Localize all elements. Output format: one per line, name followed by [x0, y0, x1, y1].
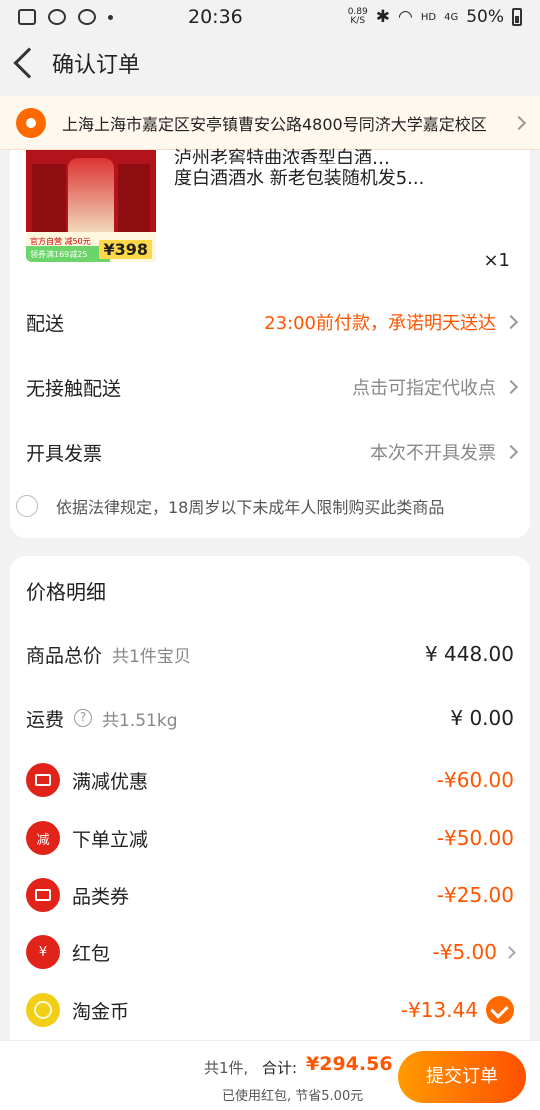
age-notice[interactable]: 依据法律规定，18周岁以下未成年人限制购买此类商品	[16, 494, 444, 518]
chevron-right-icon	[503, 945, 516, 959]
item-count: 共1件,	[204, 1059, 249, 1077]
goods-total-label: 商品总价	[26, 644, 103, 667]
delivery-value: 23:00前付款，承诺明天送达	[264, 313, 496, 334]
shipping-label: 运费	[26, 708, 65, 731]
status-bar: 20:36 0.89 K/S ✱ ◠ HD 4G 50%	[0, 0, 540, 34]
order-card: 官方自营 减50元 领券满169减25 ¥398 泸州老窖特曲浓香型白酒… 度白…	[10, 148, 530, 538]
goods-total-value: ¥ 448.00	[424, 642, 514, 666]
red-packet-row[interactable]: ¥ 红包 -¥5.00	[10, 930, 530, 974]
goods-total-sub: 共1件宝贝	[112, 646, 191, 667]
product-image-price: ¥398	[99, 240, 152, 259]
product-bottle	[68, 158, 114, 236]
full-reduction-value: -¥60.00	[436, 768, 514, 792]
chevron-right-icon	[503, 444, 519, 460]
watermark: zhizhizhi.com	[423, 1024, 530, 1040]
shipping-value: ¥ 0.00	[450, 706, 514, 730]
age-confirm-radio[interactable]	[16, 495, 38, 517]
shipping-row: 运费 ? 共1.51kg ¥ 0.00	[10, 696, 530, 740]
more-notifications-dot	[108, 14, 113, 20]
product-tag-coupon: 领券满169减25	[30, 250, 88, 259]
taojinbi-checkbox[interactable]	[486, 996, 514, 1024]
chevron-right-icon	[511, 115, 527, 130]
gold-coin-icon	[26, 993, 60, 1027]
total-label: 合计:	[262, 1059, 298, 1077]
order-discount-row: 减 下单立减 -¥50.00	[10, 816, 530, 860]
discount-icon-text: 减	[36, 832, 50, 848]
order-discount-value: -¥50.00	[436, 826, 514, 850]
category-coupon-value: -¥25.00	[436, 883, 514, 907]
product-title-line1[interactable]: 泸州老窖特曲浓香型白酒…	[174, 144, 524, 164]
red-packet-icon-text: ¥	[38, 944, 48, 960]
app-icon	[48, 9, 66, 25]
contactless-delivery-row[interactable]: 无接触配送 点击可指定代收点	[10, 364, 530, 410]
signal-label: 4G	[444, 11, 459, 23]
red-packet-label: 红包	[72, 942, 111, 965]
coupon-ticket-icon	[26, 763, 60, 797]
hd-label: HD	[420, 11, 437, 23]
category-coupon-label: 品类券	[72, 885, 130, 908]
order-discount-label: 下单立减	[72, 828, 149, 851]
contactless-value: 点击可指定代收点	[352, 378, 496, 399]
discount-icon: 减	[26, 821, 60, 855]
page-title: 确认订单	[52, 53, 141, 78]
taojinbi-label: 淘金币	[72, 1000, 130, 1023]
status-left-icons	[18, 9, 188, 25]
network-speed: 0.89 K/S	[348, 8, 368, 26]
taojinbi-value: -¥13.44	[400, 998, 478, 1022]
invoice-value: 本次不开具发票	[370, 443, 496, 464]
clock: 20:36	[188, 6, 243, 28]
total-amount: ¥294.56	[306, 1053, 393, 1075]
battery-percent: 50%	[466, 7, 504, 27]
savings-note: 已使用红包, 节省5.00元	[222, 1089, 364, 1104]
shipping-weight: 共1.51kg	[102, 710, 178, 731]
network-speed-unit: K/S	[350, 16, 366, 26]
product-tag-official: 官方自营 减50元	[30, 237, 91, 246]
age-notice-text: 依据法律规定，18周岁以下未成年人限制购买此类商品	[56, 498, 445, 517]
category-coupon-row: 品类券 -¥25.00	[10, 873, 530, 917]
invoice-row[interactable]: 开具发票 本次不开具发票	[10, 429, 530, 475]
battery-icon	[512, 8, 522, 26]
full-reduction-row: 满减优惠 -¥60.00	[10, 758, 530, 802]
gallery-icon	[18, 9, 36, 25]
contactless-label: 无接触配送	[26, 377, 122, 400]
nav-bar: 确认订单	[0, 34, 540, 92]
back-arrow-icon[interactable]	[13, 47, 45, 79]
price-details-title: 价格明细	[26, 580, 106, 604]
product-box-right	[118, 164, 150, 234]
delivery-label: 配送	[26, 312, 65, 335]
product-box-left	[32, 164, 66, 234]
address-bar[interactable]: 上海上海市嘉定区安亭镇曹安公路4800号同济大学嘉定校区	[0, 96, 540, 150]
full-reduction-label: 满减优惠	[72, 770, 149, 793]
chevron-right-icon	[503, 379, 519, 395]
chevron-right-icon	[503, 314, 519, 330]
wifi-icon: ◠	[398, 7, 413, 27]
product-image[interactable]: 官方自营 减50元 领券满169减25 ¥398	[26, 150, 156, 262]
help-icon[interactable]: ?	[74, 709, 93, 727]
address-text: 上海上海市嘉定区安亭镇曹安公路4800号同济大学嘉定校区	[62, 114, 487, 134]
submit-order-button[interactable]: 提交订单	[398, 1051, 526, 1103]
red-packet-icon: ¥	[26, 935, 60, 969]
notification-icon	[78, 9, 96, 25]
invoice-label: 开具发票	[26, 442, 103, 465]
product-quantity: ×1	[483, 250, 510, 271]
red-packet-value: -¥5.00	[432, 940, 497, 964]
location-pin-icon	[16, 107, 46, 138]
delivery-row[interactable]: 配送 23:00前付款，承诺明天送达	[10, 299, 530, 345]
product-title-line2[interactable]: 度白酒酒水 新老包装随机发5...	[174, 164, 424, 190]
checkout-bar: 共1件, 合计: ¥294.56 已使用红包, 节省5.00元 提交订单	[0, 1040, 540, 1110]
price-details-card: 价格明细 商品总价 共1件宝贝 ¥ 448.00 运费 ? 共1.51kg ¥ …	[10, 556, 530, 1046]
coupon-ticket-icon	[26, 878, 60, 912]
goods-total-row: 商品总价 共1件宝贝 ¥ 448.00	[10, 632, 530, 676]
bluetooth-icon: ✱	[375, 7, 390, 27]
status-right-icons: 0.89 K/S ✱ ◠ HD 4G 50%	[348, 7, 522, 27]
